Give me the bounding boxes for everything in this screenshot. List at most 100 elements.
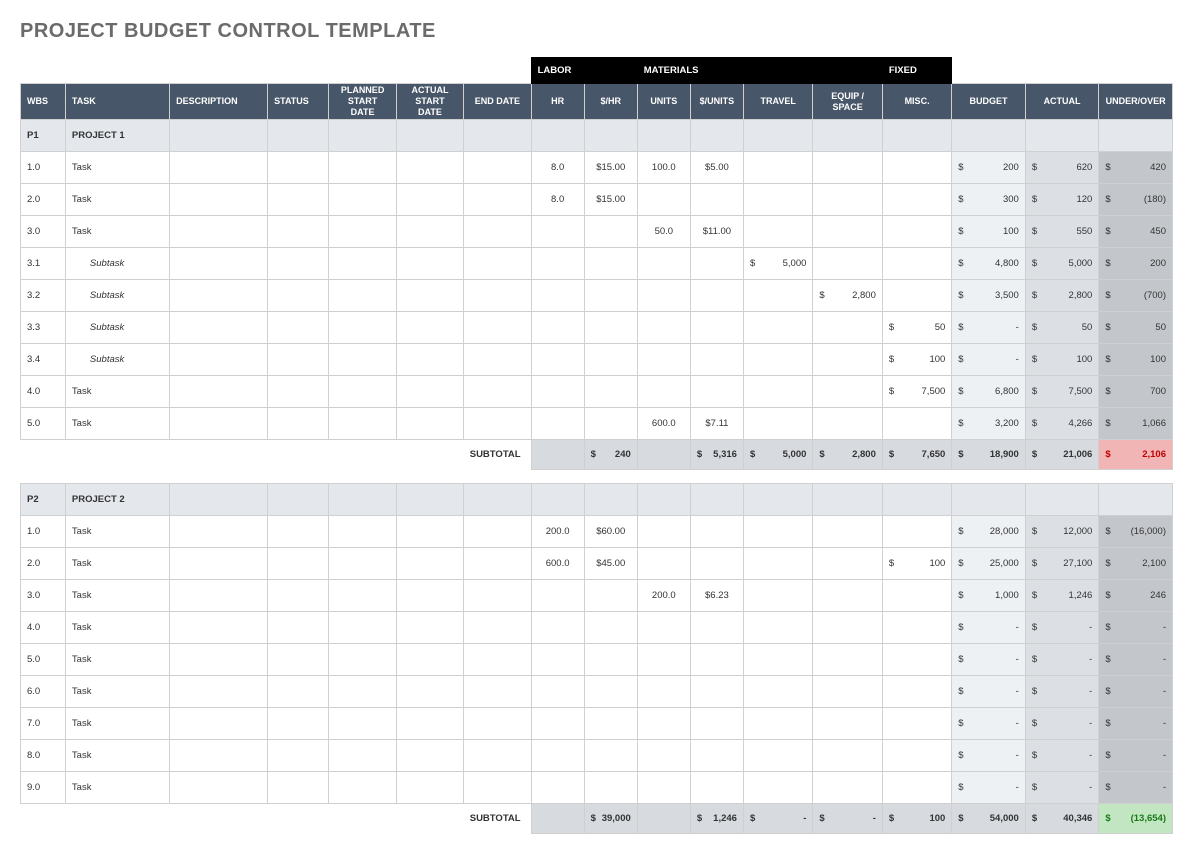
- cell-units[interactable]: 200.0: [637, 580, 690, 612]
- cell-actual[interactable]: $100: [1025, 344, 1099, 376]
- cell-budget[interactable]: $1,000: [952, 580, 1026, 612]
- cell-status[interactable]: [268, 344, 329, 376]
- cell-budget[interactable]: $3,200: [952, 408, 1026, 440]
- cell-hr[interactable]: [531, 740, 584, 772]
- cell-misc[interactable]: [882, 708, 951, 740]
- cell-task[interactable]: Task: [65, 740, 169, 772]
- cell-pstart[interactable]: [329, 216, 396, 248]
- cell-end[interactable]: [464, 376, 531, 408]
- cell-uo[interactable]: $246: [1099, 580, 1173, 612]
- cell-status[interactable]: [268, 548, 329, 580]
- cell-budget[interactable]: $-: [952, 708, 1026, 740]
- cell-astart[interactable]: [396, 676, 463, 708]
- cell-hr[interactable]: [531, 644, 584, 676]
- table-row[interactable]: 9.0Task$-$-$-: [21, 772, 1173, 804]
- cell-urate[interactable]: [690, 312, 743, 344]
- cell-hr[interactable]: [531, 344, 584, 376]
- cell-task[interactable]: Task: [65, 408, 169, 440]
- cell-rate[interactable]: [584, 708, 637, 740]
- cell-status[interactable]: [268, 772, 329, 804]
- cell-actual[interactable]: $-: [1025, 708, 1099, 740]
- cell-urate[interactable]: $7.11: [690, 408, 743, 440]
- cell-travel[interactable]: [743, 184, 812, 216]
- cell-desc[interactable]: [170, 312, 268, 344]
- cell-urate[interactable]: [690, 612, 743, 644]
- cell-wbs[interactable]: 5.0: [21, 644, 66, 676]
- cell-task[interactable]: Task: [65, 676, 169, 708]
- cell-wbs[interactable]: 4.0: [21, 376, 66, 408]
- cell-actual[interactable]: $1,246: [1025, 580, 1099, 612]
- cell-hr[interactable]: 8.0: [531, 184, 584, 216]
- cell-task[interactable]: Subtask: [65, 248, 169, 280]
- cell-task[interactable]: Task: [65, 376, 169, 408]
- cell-equip[interactable]: [813, 740, 882, 772]
- cell-hr[interactable]: [531, 708, 584, 740]
- cell-task[interactable]: Task: [65, 516, 169, 548]
- cell-urate[interactable]: [690, 676, 743, 708]
- table-row[interactable]: 2.0Task8.0$15.00$300$120$(180): [21, 184, 1173, 216]
- cell-wbs[interactable]: 3.2: [21, 280, 66, 312]
- cell-rate[interactable]: [584, 740, 637, 772]
- cell-equip[interactable]: [813, 312, 882, 344]
- cell-misc[interactable]: [882, 644, 951, 676]
- table-row[interactable]: 3.4Subtask$100$-$100$100: [21, 344, 1173, 376]
- cell-astart[interactable]: [396, 644, 463, 676]
- cell-misc[interactable]: [882, 248, 951, 280]
- cell-desc[interactable]: [170, 248, 268, 280]
- cell-travel[interactable]: [743, 376, 812, 408]
- cell-budget[interactable]: $-: [952, 612, 1026, 644]
- cell-hr[interactable]: [531, 676, 584, 708]
- cell-actual[interactable]: $50: [1025, 312, 1099, 344]
- cell-end[interactable]: [464, 772, 531, 804]
- cell-pstart[interactable]: [329, 676, 396, 708]
- cell-equip[interactable]: [813, 772, 882, 804]
- cell-wbs[interactable]: 2.0: [21, 548, 66, 580]
- cell-travel[interactable]: $5,000: [743, 248, 812, 280]
- cell-wbs[interactable]: 7.0: [21, 708, 66, 740]
- cell-desc[interactable]: [170, 548, 268, 580]
- cell-rate[interactable]: [584, 408, 637, 440]
- cell-wbs[interactable]: 4.0: [21, 612, 66, 644]
- cell-units[interactable]: [637, 772, 690, 804]
- cell-budget[interactable]: $-: [952, 312, 1026, 344]
- cell-status[interactable]: [268, 708, 329, 740]
- cell-urate[interactable]: $11.00: [690, 216, 743, 248]
- cell-wbs[interactable]: 3.1: [21, 248, 66, 280]
- cell-pstart[interactable]: [329, 740, 396, 772]
- cell-uo[interactable]: $2,100: [1099, 548, 1173, 580]
- cell-end[interactable]: [464, 248, 531, 280]
- cell-wbs[interactable]: 8.0: [21, 740, 66, 772]
- cell-pstart[interactable]: [329, 408, 396, 440]
- cell-wbs[interactable]: 3.0: [21, 580, 66, 612]
- cell-wbs[interactable]: 5.0: [21, 408, 66, 440]
- cell-desc[interactable]: [170, 280, 268, 312]
- cell-astart[interactable]: [396, 772, 463, 804]
- cell-rate[interactable]: [584, 612, 637, 644]
- cell-astart[interactable]: [396, 248, 463, 280]
- cell-desc[interactable]: [170, 152, 268, 184]
- cell-desc[interactable]: [170, 408, 268, 440]
- cell-urate[interactable]: [690, 376, 743, 408]
- cell-misc[interactable]: $100: [882, 548, 951, 580]
- cell-uo[interactable]: $(700): [1099, 280, 1173, 312]
- cell-travel[interactable]: [743, 772, 812, 804]
- cell-astart[interactable]: [396, 184, 463, 216]
- cell-pstart[interactable]: [329, 152, 396, 184]
- cell-task[interactable]: Subtask: [65, 344, 169, 376]
- cell-urate[interactable]: [690, 280, 743, 312]
- cell-urate[interactable]: $5.00: [690, 152, 743, 184]
- cell-actual[interactable]: $7,500: [1025, 376, 1099, 408]
- cell-urate[interactable]: [690, 740, 743, 772]
- cell-end[interactable]: [464, 676, 531, 708]
- cell-rate[interactable]: [584, 280, 637, 312]
- cell-astart[interactable]: [396, 216, 463, 248]
- cell-urate[interactable]: [690, 248, 743, 280]
- cell-actual[interactable]: $-: [1025, 772, 1099, 804]
- cell-equip[interactable]: [813, 708, 882, 740]
- cell-desc[interactable]: [170, 644, 268, 676]
- cell-equip[interactable]: [813, 376, 882, 408]
- cell-travel[interactable]: [743, 708, 812, 740]
- cell-units[interactable]: [637, 280, 690, 312]
- cell-urate[interactable]: [690, 644, 743, 676]
- cell-astart[interactable]: [396, 580, 463, 612]
